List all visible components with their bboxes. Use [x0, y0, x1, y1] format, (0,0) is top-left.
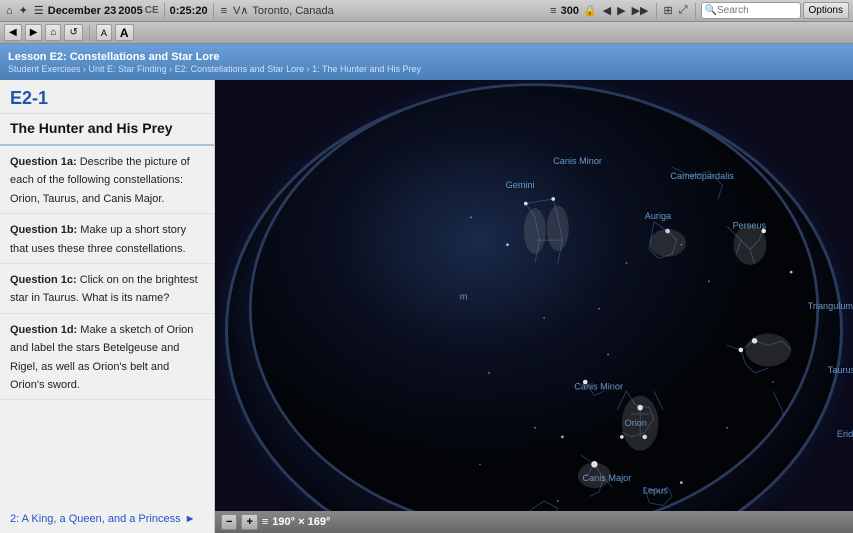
breadcrumb-subtitle: Student Exercises › Unit E: Star Finding… [8, 64, 421, 74]
fullscreen-icon[interactable]: ⤢ [677, 3, 690, 18]
stellarium-logo: ✦ [17, 3, 30, 18]
question-1a: Question 1a: Describe the picture of eac… [10, 156, 190, 205]
question-1c: Question 1c: Click on on the brightest s… [10, 274, 198, 304]
date-display: December 23 [48, 5, 117, 17]
question-block-1b: Question 1b: Make up a short story that … [0, 214, 214, 264]
text-larger-button[interactable]: A [115, 24, 134, 41]
svg-text:Canis Minor: Canis Minor [553, 156, 602, 166]
search-box[interactable]: 🔍 [701, 2, 801, 19]
lesson-title: The Hunter and His Prey [0, 114, 214, 146]
breadcrumb-content: Lesson E2: Constellations and Star Lore … [8, 51, 421, 74]
forward-button[interactable]: ▶ [25, 24, 43, 41]
year-display: 2005 [118, 5, 142, 17]
dimensions-display: 190° × 169° [272, 516, 330, 528]
options-button[interactable]: Options [803, 2, 849, 19]
question-1d: Question 1d: Make a sketch of Orion and … [10, 324, 193, 391]
question-1d-label: Question 1d: [10, 324, 77, 336]
spacer [0, 400, 214, 505]
left-panel: E2-1 The Hunter and His Prey Question 1a… [0, 80, 215, 533]
refresh-button[interactable]: ↺ [64, 24, 82, 41]
svg-text:m: m [460, 292, 468, 302]
main-toolbar: ⌂ ✦ ☰ December 23 2005 CE 0:25:20 ≡ V∧ T… [0, 0, 853, 22]
home-button[interactable]: ⌂ [45, 24, 61, 41]
toolbar-left: ⌂ ✦ ☰ December 23 2005 CE 0:25:20 ≡ V∧ T… [4, 3, 334, 19]
prev-icon[interactable]: ◀ [601, 3, 613, 18]
svg-text:Eridanus: Eridanus [837, 429, 853, 439]
search-input[interactable] [717, 5, 787, 16]
breadcrumb-bar: Lesson E2: Constellations and Star Lore … [0, 44, 853, 80]
next-arrow-icon: ► [185, 513, 196, 525]
question-block-1a: Question 1a: Describe the picture of eac… [0, 146, 214, 214]
sep5 [89, 25, 90, 41]
sep4 [695, 3, 696, 19]
eq-icon[interactable]: ≡ [219, 4, 229, 18]
time-display: 0:25:20 [170, 5, 208, 17]
location-display: Toronto, Canada [252, 5, 333, 17]
svg-text:Triangulum: Triangulum [808, 301, 853, 311]
sep2 [213, 3, 214, 19]
sky-view[interactable]: Canis Minor Gemini Camelopardalis Auriga… [215, 80, 853, 533]
zoom-level: 300 [561, 5, 579, 17]
sep3 [656, 3, 657, 19]
lesson-id: E2-1 [0, 80, 214, 114]
va-icon[interactable]: V∧ [231, 3, 250, 18]
sky-svg: Canis Minor Gemini Camelopardalis Auriga… [215, 80, 853, 533]
svg-text:Camelopardalis: Camelopardalis [670, 171, 734, 181]
bottom-bar: − + ≡ 190° × 169° [215, 511, 853, 533]
main-content: E2-1 The Hunter and His Prey Question 1a… [0, 80, 853, 533]
question-1a-label: Question 1a: [10, 156, 77, 168]
svg-text:Canis Minor: Canis Minor [574, 381, 623, 391]
zoom-out-button[interactable]: − [221, 514, 237, 530]
home-icon[interactable]: ⌂ [4, 4, 15, 18]
era-display: CE [145, 5, 159, 16]
search-icon: 🔍 [705, 5, 717, 16]
svg-text:Taurus: Taurus [828, 365, 853, 375]
view-icon[interactable]: ⊞ [662, 3, 675, 18]
svg-text:Gemini: Gemini [506, 180, 535, 190]
question-1b-label: Question 1b: [10, 224, 77, 236]
next-icon[interactable]: ▶▶ [630, 3, 651, 18]
question-block-1d: Question 1d: Make a sketch of Orion and … [0, 314, 214, 401]
zoom-lock[interactable]: 🔒 [581, 3, 599, 18]
back-button[interactable]: ◀ [4, 24, 22, 41]
question-1c-label: Question 1c: [10, 274, 77, 286]
zoom-in-button[interactable]: + [241, 514, 257, 530]
bottom-sep: ≡ [262, 516, 268, 528]
layers-icon[interactable]: ≡ [548, 4, 558, 18]
toolbar-right: ≡ 300 🔒 ◀ ▶ ▶▶ ⊞ ⤢ 🔍 Options [548, 2, 849, 19]
nav-toolbar: ◀ ▶ ⌂ ↺ A A [0, 22, 853, 44]
svg-text:Auriga: Auriga [645, 211, 672, 221]
svg-text:Lepus: Lepus [643, 486, 668, 496]
next-lesson-label: 2: A King, a Queen, and a Princess [10, 513, 181, 525]
question-1b: Question 1b: Make up a short story that … [10, 224, 186, 254]
minus-icon: − [226, 516, 232, 528]
menu-icon[interactable]: ☰ [32, 3, 46, 18]
text-smaller-button[interactable]: A [96, 24, 112, 41]
sep1 [164, 3, 165, 19]
next-lesson-link[interactable]: 2: A King, a Queen, and a Princess ► [0, 505, 214, 533]
plus-icon: + [246, 516, 252, 528]
breadcrumb-title: Lesson E2: Constellations and Star Lore [8, 51, 421, 63]
play-icon[interactable]: ▶ [615, 3, 627, 18]
question-block-1c: Question 1c: Click on on the brightest s… [0, 264, 214, 314]
